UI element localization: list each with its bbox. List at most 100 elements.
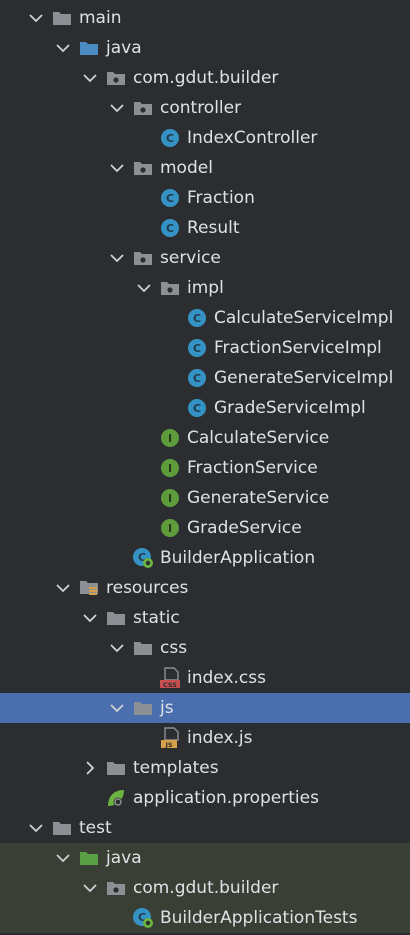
tree-item-label: test	[79, 818, 112, 838]
tree-item-main[interactable]: main	[0, 3, 410, 33]
tree-item-calculateserviceimpl[interactable]: C CalculateServiceImpl	[0, 303, 410, 333]
class-icon: C	[159, 187, 181, 209]
tree-item-label: BuilderApplication	[160, 548, 316, 568]
tree-item-fractionserviceimpl[interactable]: C FractionServiceImpl	[0, 333, 410, 363]
tree-item-com-gdut-builder[interactable]: com.gdut.builder	[0, 63, 410, 93]
tree-item-generateservice[interactable]: I GenerateService	[0, 483, 410, 513]
class-icon: C	[159, 127, 181, 149]
tree-item-label: FractionServiceImpl	[214, 338, 382, 358]
package-icon	[132, 157, 154, 179]
resources-folder-icon	[78, 577, 100, 599]
tree-item-gradeserviceimpl[interactable]: C GradeServiceImpl	[0, 393, 410, 423]
tree-item-label: index.css	[187, 668, 266, 688]
tree-item-index-js[interactable]: JS index.js	[0, 723, 410, 753]
chevron-down-icon[interactable]	[135, 273, 153, 303]
tree-item-label: application.properties	[133, 788, 319, 808]
tree-item-service[interactable]: service	[0, 243, 410, 273]
tree-item-label: java	[106, 848, 142, 868]
tree-item-indexcontroller[interactable]: C IndexController	[0, 123, 410, 153]
svg-text:JS: JS	[164, 741, 172, 749]
tree-item-label: CalculateServiceImpl	[214, 308, 394, 328]
chevron-down-icon[interactable]	[108, 153, 126, 183]
package-icon	[105, 67, 127, 89]
tree-item-css[interactable]: css	[0, 633, 410, 663]
chevron-down-icon[interactable]	[108, 93, 126, 123]
package-icon	[132, 97, 154, 119]
tree-item-label: GenerateServiceImpl	[214, 368, 394, 388]
tree-item-label: main	[79, 8, 122, 28]
source-folder-icon	[78, 37, 100, 59]
chevron-down-icon[interactable]	[108, 633, 126, 663]
chevron-down-icon[interactable]	[27, 3, 45, 33]
tree-item-label: impl	[187, 278, 224, 298]
tree-item-result[interactable]: C Result	[0, 213, 410, 243]
tree-item-calculateservice[interactable]: I CalculateService	[0, 423, 410, 453]
interface-icon: I	[159, 487, 181, 509]
tree-item-index-css[interactable]: CSS index.css	[0, 663, 410, 693]
tree-item-label: java	[106, 38, 142, 58]
chevron-down-icon[interactable]	[81, 63, 99, 93]
chevron-down-icon[interactable]	[108, 693, 126, 723]
chevron-down-icon[interactable]	[54, 573, 72, 603]
interface-icon: I	[159, 457, 181, 479]
tree-item-label: css	[160, 638, 188, 658]
folder-icon	[132, 637, 154, 659]
folder-icon	[51, 817, 73, 839]
tree-item-impl[interactable]: impl	[0, 273, 410, 303]
spring-class-icon: C	[132, 907, 154, 929]
tree-item-label: templates	[133, 758, 219, 778]
package-icon	[105, 877, 127, 899]
tree-item-label: index.js	[187, 728, 253, 748]
tree-item-fractionservice[interactable]: I FractionService	[0, 453, 410, 483]
class-icon: C	[186, 397, 208, 419]
tree-item-gradeservice[interactable]: I GradeService	[0, 513, 410, 543]
tree-item-label: IndexController	[187, 128, 318, 148]
tree-item-label: GenerateService	[187, 488, 330, 508]
class-icon: C	[186, 337, 208, 359]
chevron-down-icon[interactable]	[108, 243, 126, 273]
tree-item-label: service	[160, 248, 221, 268]
tree-item-builderapplication[interactable]: C BuilderApplication	[0, 543, 410, 573]
chevron-down-icon[interactable]	[81, 603, 99, 633]
folder-icon	[105, 757, 127, 779]
folder-icon	[105, 607, 127, 629]
tree-item-label: BuilderApplicationTests	[160, 908, 358, 928]
tree-item-application-properties[interactable]: application.properties	[0, 783, 410, 813]
tree-item-templates[interactable]: templates	[0, 753, 410, 783]
tree-item-builderapplicationtests[interactable]: C BuilderApplicationTests	[0, 903, 410, 933]
interface-icon: I	[159, 427, 181, 449]
js-file-icon: JS	[159, 727, 181, 749]
tree-item-label: GradeService	[187, 518, 302, 538]
folder-icon	[51, 7, 73, 29]
tree-item-js[interactable]: js	[0, 693, 410, 723]
tree-item-model[interactable]: model	[0, 153, 410, 183]
spring-class-icon: C	[132, 547, 154, 569]
tree-item-fraction[interactable]: C Fraction	[0, 183, 410, 213]
class-icon: C	[186, 367, 208, 389]
tree-item-java[interactable]: java	[0, 33, 410, 63]
css-file-icon: CSS	[159, 667, 181, 689]
tree-item-resources[interactable]: resources	[0, 573, 410, 603]
tree-item-label: controller	[160, 98, 242, 118]
chevron-down-icon[interactable]	[54, 843, 72, 873]
tree-item-controller[interactable]: controller	[0, 93, 410, 123]
spring-properties-icon	[105, 787, 127, 809]
chevron-right-icon[interactable]	[81, 753, 99, 783]
tree-item-label: Fraction	[187, 188, 255, 208]
class-icon: C	[159, 217, 181, 239]
tree-item-label: GradeServiceImpl	[214, 398, 366, 418]
chevron-down-icon[interactable]	[54, 33, 72, 63]
tree-item-test[interactable]: test	[0, 813, 410, 843]
tree-item-test-java[interactable]: java	[0, 843, 410, 873]
tree-item-label: com.gdut.builder	[133, 68, 279, 88]
tree-item-label: js	[160, 698, 174, 718]
chevron-down-icon[interactable]	[81, 873, 99, 903]
tree-item-generateserviceimpl[interactable]: C GenerateServiceImpl	[0, 363, 410, 393]
svg-text:CSS: CSS	[163, 681, 177, 689]
tree-item-label: static	[133, 608, 180, 628]
package-icon	[132, 247, 154, 269]
chevron-down-icon[interactable]	[27, 813, 45, 843]
tree-item-test-com-gdut-builder[interactable]: com.gdut.builder	[0, 873, 410, 903]
tree-item-static[interactable]: static	[0, 603, 410, 633]
class-icon: C	[186, 307, 208, 329]
